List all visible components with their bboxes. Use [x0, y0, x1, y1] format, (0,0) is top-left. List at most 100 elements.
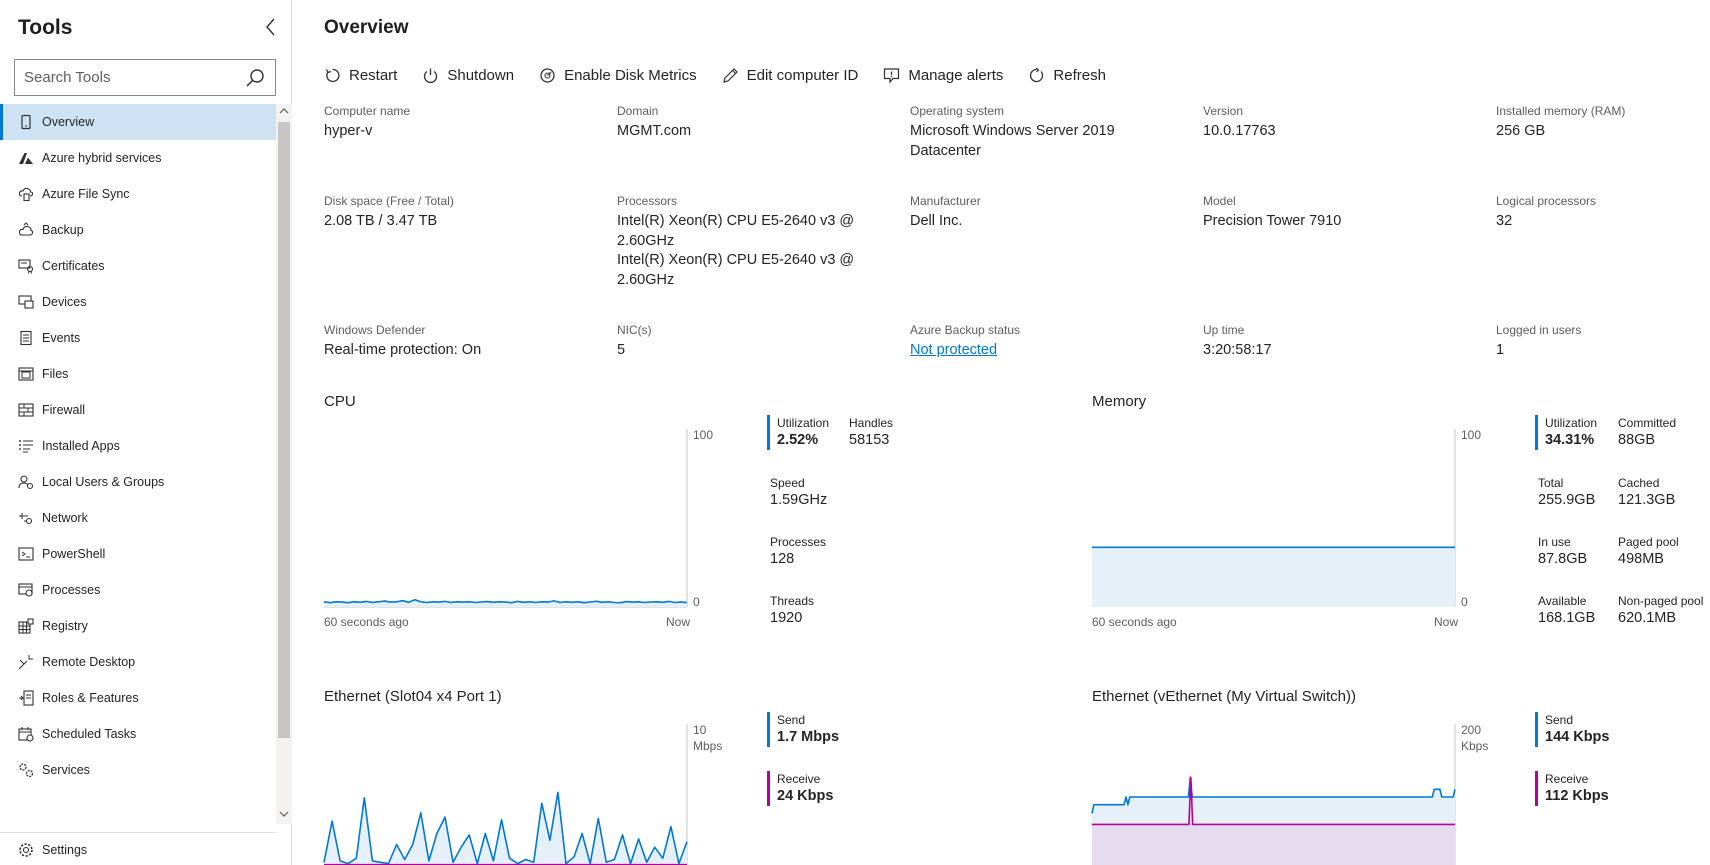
- prop-label: Disk space (Free / Total): [324, 194, 454, 208]
- metric-label: Cached: [1618, 476, 1660, 490]
- prop-value: Dell Inc.: [910, 213, 963, 229]
- certificate-icon: [18, 258, 34, 274]
- devices-icon: [18, 294, 34, 310]
- sidebar-item-certificates[interactable]: Certificates: [0, 248, 276, 284]
- prop-value: 3:20:58:17: [1203, 342, 1272, 358]
- restart-icon: [325, 68, 340, 82]
- metric-value: 58153: [849, 432, 890, 448]
- sidebar-item-label: Events: [42, 331, 81, 345]
- shutdown-button[interactable]: Shutdown: [422, 67, 514, 84]
- sidebar-item-processes[interactable]: Processes: [0, 572, 276, 608]
- sidebar-item-settings[interactable]: Settings: [0, 832, 276, 865]
- prop-value: 2.08 TB / 3.47 TB: [324, 213, 438, 229]
- metric-value: 1.7 Mbps: [777, 729, 840, 745]
- sidebar-item-installed-apps[interactable]: Installed Apps: [0, 428, 276, 464]
- sidebar-item-azure-file-sync[interactable]: Azure File Sync: [0, 176, 276, 212]
- prop-logical-processors: Logical processors 32: [1496, 193, 1696, 232]
- prop-value: 32: [1496, 213, 1513, 229]
- search-tools-input[interactable]: [15, 60, 235, 95]
- azure-backup-status-link[interactable]: Not protected: [910, 341, 1180, 361]
- edit-computer-id-button[interactable]: Edit computer ID: [722, 66, 859, 84]
- enable-disk-metrics-button[interactable]: Enable Disk Metrics: [539, 67, 697, 84]
- sidebar-item-remote-desktop[interactable]: Remote Desktop: [0, 644, 276, 680]
- metric-label: Non-paged pool: [1618, 594, 1704, 608]
- backup-icon: [18, 222, 34, 238]
- sidebar-item-powershell[interactable]: PowerShell: [0, 536, 276, 572]
- restart-label: Restart: [349, 66, 398, 84]
- metric-value: 24 Kbps: [777, 788, 834, 804]
- memory-y-max-label: 100: [1461, 428, 1482, 442]
- prop-value: Microsoft Windows Server 2019 Datacenter: [910, 123, 1115, 159]
- metric-value: 2.52%: [777, 432, 819, 448]
- collapse-sidebar-button[interactable]: [262, 16, 280, 38]
- sidebar-item-label: Services: [42, 763, 90, 777]
- sidebar-item-devices[interactable]: Devices: [0, 284, 276, 320]
- roles-icon: [18, 690, 34, 706]
- powershell-icon: [18, 546, 34, 562]
- memory-total-metric: Total 255.9GB: [1538, 475, 1595, 510]
- sidebar-item-network[interactable]: Network: [0, 500, 276, 536]
- refresh-button[interactable]: Refresh: [1028, 67, 1106, 84]
- prop-value: hyper-v: [324, 123, 373, 139]
- metric-value: 620.1MB: [1618, 610, 1677, 626]
- memory-y-min-label: 0: [1461, 595, 1468, 609]
- memory-chart-title: Memory: [1092, 393, 1147, 410]
- prop-label: Logical processors: [1496, 194, 1597, 208]
- sidebar-item-files[interactable]: Files: [0, 356, 276, 392]
- prop-disk-space: Disk space (Free / Total) 2.08 TB / 3.47…: [324, 193, 594, 232]
- metric-value: 34.31%: [1545, 432, 1595, 448]
- metric-label: Send: [777, 713, 806, 727]
- sidebar-item-backup[interactable]: Backup: [0, 212, 276, 248]
- sidebar-item-local-users-groups[interactable]: Local Users & Groups: [0, 464, 276, 500]
- cpu-chart: [323, 429, 688, 608]
- search-tools-box[interactable]: [14, 59, 276, 96]
- metric-label: Speed: [770, 476, 805, 490]
- metric-value: 112 Kbps: [1545, 788, 1609, 804]
- series-line-utilization: [323, 598, 688, 604]
- prop-label: Model: [1203, 194, 1236, 208]
- prop-label: NIC(s): [617, 323, 652, 337]
- manage-alerts-label: Manage alerts: [908, 66, 1004, 84]
- sidebar-item-label: Scheduled Tasks: [42, 727, 137, 741]
- manage-alerts-button[interactable]: Manage alerts: [883, 67, 1003, 84]
- scrollbar-thumb[interactable]: [278, 122, 290, 738]
- memory-available-metric: Available 168.1GB: [1538, 593, 1595, 628]
- restart-button[interactable]: Restart: [324, 67, 397, 84]
- sidebar-item-services[interactable]: Services: [0, 752, 276, 788]
- cpu-chart-title: CPU: [324, 393, 356, 410]
- metric-value: 88GB: [1618, 432, 1656, 448]
- prop-value: 1: [1496, 342, 1505, 358]
- sidebar-item-firewall[interactable]: Firewall: [0, 392, 276, 428]
- sidebar-item-scheduled-tasks[interactable]: Scheduled Tasks: [0, 716, 276, 752]
- edit-computer-id-label: Edit computer ID: [746, 66, 859, 84]
- sidebar-item-registry[interactable]: Registry: [0, 608, 276, 644]
- processes-icon: [18, 582, 34, 598]
- metric-value: 128: [770, 551, 795, 567]
- sidebar-item-label: Certificates: [42, 259, 105, 273]
- users-icon: [18, 474, 34, 490]
- search-icon[interactable]: [245, 68, 265, 88]
- eth1-y-unit-label: Mbps: [693, 739, 723, 753]
- series-area-send: [324, 792, 687, 865]
- ethernet-slot04-chart-title: Ethernet (Slot04 x4 Port 1): [324, 688, 502, 705]
- cpu-y-max-label: 100: [693, 428, 714, 442]
- prop-value: MGMT.com: [617, 123, 692, 139]
- memory-cached-metric: Cached 121.3GB: [1618, 475, 1675, 510]
- alert-icon: [884, 67, 900, 84]
- sidebar-item-overview[interactable]: Overview: [0, 104, 276, 140]
- prop-label: Version: [1203, 104, 1244, 118]
- metric-label: Utilization: [1545, 416, 1598, 430]
- tools-sidebar: Tools Overview Azure hybrid services Azu…: [0, 0, 292, 865]
- prop-value: 10.0.17763: [1203, 123, 1276, 139]
- prop-version: Version 10.0.17763: [1203, 103, 1473, 142]
- metric-label: Available: [1538, 594, 1587, 608]
- scroll-down-arrow-icon[interactable]: [279, 809, 289, 819]
- ethernet-vswitch-chart-title: Ethernet (vEthernet (My Virtual Switch)): [1092, 688, 1356, 705]
- scroll-up-arrow-icon[interactable]: [279, 106, 289, 116]
- sidebar-item-roles-features[interactable]: Roles & Features: [0, 680, 276, 716]
- metric-label: In use: [1538, 535, 1571, 549]
- sidebar-scrollbar[interactable]: [276, 104, 292, 824]
- metric-label: Receive: [777, 772, 821, 786]
- sidebar-item-events[interactable]: Events: [0, 320, 276, 356]
- sidebar-item-azure-hybrid-services[interactable]: Azure hybrid services: [0, 140, 276, 176]
